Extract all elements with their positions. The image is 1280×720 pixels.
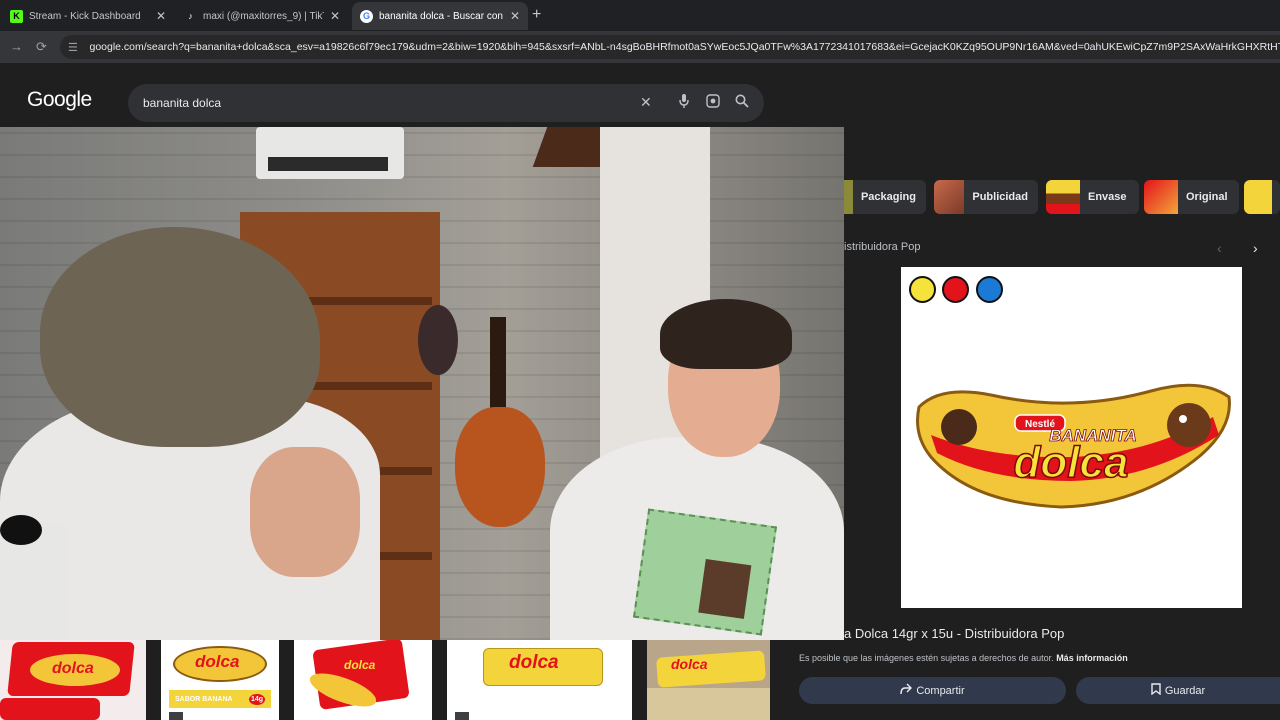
chip-thumbnail — [1144, 180, 1178, 214]
prev-image-icon[interactable]: ‹ — [1217, 240, 1222, 256]
clear-search-icon[interactable]: ✕ — [640, 94, 652, 111]
tab-title: bananita dolca - Buscar con Go — [379, 10, 504, 22]
jar-lid — [0, 515, 42, 545]
chip-thumbnail — [1244, 180, 1272, 214]
reload-icon[interactable]: ⟳ — [36, 39, 47, 55]
bananita-dolca-package: Nestlé BANANITA dolca — [916, 383, 1231, 509]
address-bar-row: → ⟳ ☰ google.com/search?q=bananita+dolca… — [0, 31, 1280, 63]
thumb-brand: dolca — [509, 652, 559, 673]
url-text: google.com/search?q=bananita+dolca&sca_e… — [89, 41, 1280, 53]
microphone-icon[interactable] — [678, 94, 690, 111]
share-label: Compartir — [916, 684, 965, 697]
result-thumbnail[interactable]: dolca — [294, 640, 432, 720]
thumb-brand: dolca — [671, 656, 708, 672]
preview-source[interactable]: istribuidora Pop — [844, 241, 920, 253]
close-tab-icon[interactable]: ✕ — [510, 9, 520, 23]
next-image-icon[interactable]: › — [1253, 240, 1258, 256]
preview-caption[interactable]: a Dolca 14gr x 15u - Distribuidora Pop — [844, 626, 1064, 641]
chip-label: Packaging — [860, 191, 916, 203]
kick-icon: K — [10, 9, 23, 23]
id-card-print — [632, 508, 778, 636]
preview-image[interactable]: Nestlé BANANITA dolca — [901, 267, 1242, 608]
url-field[interactable]: ☰ google.com/search?q=bananita+dolca&sca… — [60, 35, 1280, 59]
search-icon[interactable] — [735, 94, 749, 111]
brand-line2: dolca — [1014, 438, 1129, 487]
share-icon — [900, 683, 913, 698]
close-tab-icon[interactable]: ✕ — [156, 9, 166, 23]
search-input[interactable]: bananita dolca — [143, 96, 221, 110]
tab-google-search[interactable]: G bananita dolca - Buscar con Go ✕ — [352, 2, 528, 30]
lens-icon[interactable] — [706, 94, 720, 111]
tab-tiktok[interactable]: ♪ maxi (@maxitorres_9) | TikTok ✕ — [176, 2, 348, 30]
person-left-arm — [250, 447, 360, 577]
google-logo[interactable]: Google — [27, 88, 92, 112]
air-conditioner — [256, 127, 404, 179]
chip-packaging[interactable]: Packaging — [844, 180, 926, 214]
tiktok-icon: ♪ — [188, 11, 193, 21]
result-thumbnail[interactable]: dolca SABOR BANANA 14g — [161, 640, 279, 720]
thumb-brand: dolca — [52, 660, 94, 677]
share-button[interactable]: Compartir — [799, 677, 1066, 704]
chip-label: Envase — [1088, 191, 1127, 203]
weight-badge: 14g — [248, 693, 265, 705]
chip-thumbnail — [1046, 180, 1080, 214]
person-right-hair — [660, 299, 792, 369]
more-info-link[interactable]: Más información — [1056, 653, 1128, 663]
guitar — [455, 407, 545, 527]
copyright-notice: Es posible que las imágenes estén sujeta… — [799, 653, 1128, 663]
forward-icon[interactable]: → — [10, 39, 23, 54]
tab-title: maxi (@maxitorres_9) | TikTok — [203, 10, 324, 22]
tab-kick-dashboard[interactable]: K Stream - Kick Dashboard ✕ — [2, 2, 174, 30]
save-label: Guardar — [1164, 684, 1206, 697]
save-button[interactable]: Guardar — [1076, 677, 1280, 704]
chip-more[interactable] — [1244, 180, 1280, 214]
result-thumbnail[interactable]: dolca — [447, 640, 632, 720]
flavor-label: SABOR BANANA — [175, 695, 233, 703]
webcam-overlay — [0, 127, 844, 640]
chip-original[interactable]: Original — [1144, 180, 1239, 214]
close-tab-icon[interactable]: ✕ — [330, 9, 340, 23]
copyright-text: Es posible que las imágenes estén sujeta… — [799, 653, 1054, 663]
google-icon: G — [360, 9, 373, 23]
browser-tab-bar: K Stream - Kick Dashboard ✕ ♪ maxi (@max… — [0, 0, 1280, 31]
bookmark-icon — [1151, 683, 1161, 698]
thumb-source-icon — [169, 712, 183, 720]
thumb-brand: dolca — [344, 658, 376, 672]
thumb-source-icon — [455, 712, 469, 720]
new-tab-button[interactable]: + — [532, 6, 541, 24]
site-settings-icon[interactable]: ☰ — [68, 41, 81, 54]
guitar-neck — [490, 317, 506, 417]
chip-label: Publicidad — [972, 191, 1028, 203]
chip-publicidad[interactable]: Publicidad — [934, 180, 1038, 214]
chip-thumbnail — [844, 180, 853, 214]
chip-thumbnail — [934, 180, 965, 214]
chip-label: Original — [1186, 191, 1228, 203]
result-thumbnail[interactable]: dolca — [647, 640, 770, 720]
thumb-brand: dolca — [195, 652, 240, 671]
result-thumbnail[interactable]: dolca — [0, 640, 146, 720]
padel-racket — [418, 305, 458, 375]
search-bar[interactable]: bananita dolca ✕ — [128, 84, 764, 122]
chip-envase[interactable]: Envase — [1046, 180, 1139, 214]
tab-title: Stream - Kick Dashboard — [29, 10, 141, 22]
